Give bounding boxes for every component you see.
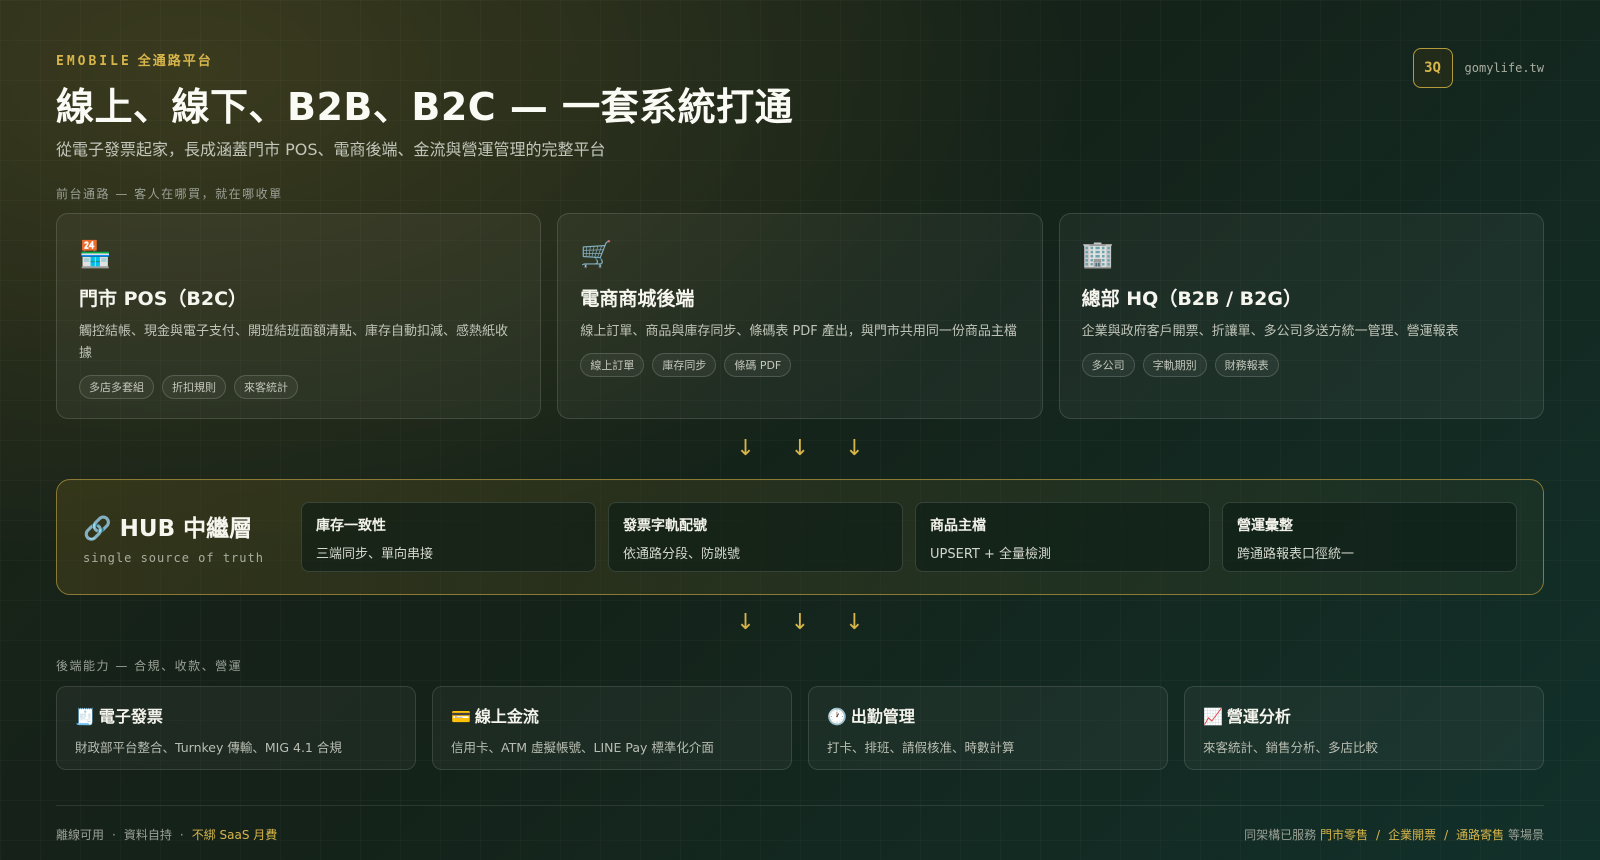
footer-feature-highlight: 不綁 SaaS 月費	[191, 828, 278, 842]
card-attendance: 🕐 出勤管理 打卡、排班、請假核准、時數計算	[808, 686, 1168, 770]
tag: 多店多套組	[79, 375, 154, 399]
page-title: 線上、線下、B2B、B2C — 一套系統打通	[56, 85, 794, 129]
card-desc: 信用卡、ATM 虛擬帳號、LINE Pay 標準化介面	[451, 740, 714, 755]
arrow-down-icon: ↓	[736, 436, 755, 461]
brand-logo-icon: 3Q	[1412, 48, 1453, 88]
hub-subtitle: single source of truth	[83, 551, 264, 565]
footer-scenario: 門市零售	[1320, 828, 1369, 842]
tag: 庫存同步	[652, 353, 717, 377]
card-desc: 來客統計、銷售分析、多店比較	[1203, 740, 1379, 755]
flow-arrows-bottom: ↓ ↓ ↓	[0, 610, 1600, 635]
footer-divider	[56, 805, 1544, 806]
hub-item-desc: 三端同步、單向串接	[316, 547, 434, 562]
store-icon: 🏪	[79, 240, 112, 270]
arrow-down-icon: ↓	[845, 436, 864, 461]
card-hq: 🏢 總部 HQ（B2B / B2G） 企業與政府客戶開票、折讓單、多公司多送方統…	[1058, 213, 1544, 419]
eyebrow-cn: 全通路平台	[137, 54, 213, 69]
hub-item-product-master: 商品主檔 UPSERT + 全量檢測	[915, 502, 1210, 572]
front-section-label: 前台通路 — 客人在哪買，就在哪收單	[56, 187, 283, 201]
arrow-down-icon: ↓	[845, 610, 864, 635]
tag: 折扣規則	[162, 375, 226, 399]
tag: 財務報表	[1214, 353, 1279, 377]
footer-feature: 資料自持	[123, 828, 172, 842]
chart-increasing-icon: 📈	[1203, 707, 1223, 726]
card-desc: 線上訂單、商品與庫存同步、條碼表 PDF 產出，與門市共用同一份商品主檔	[580, 324, 1017, 339]
tag-list: 多公司 字軌期別 財務報表	[1081, 353, 1521, 377]
office-building-icon: 🏢	[1081, 240, 1115, 270]
footer-scenario: 企業開票	[1388, 828, 1437, 842]
card-pos: 🏪 門市 POS（B2C） 觸控結帳、現金與電子支付、開班結班面額清點、庫存自動…	[56, 213, 542, 419]
tag: 來客統計	[234, 375, 298, 399]
tag: 多公司	[1081, 353, 1135, 377]
hub-item-desc: 依通路分段、防跳號	[623, 547, 741, 562]
hub-item-desc: 跨通路報表口徑統一	[1237, 547, 1355, 562]
clock-icon: 🕐	[827, 707, 847, 726]
back-cards: 🧾 電子發票 財政部平台整合、Turnkey 傳輸、MIG 4.1 合規 💳 線上金…	[56, 686, 1544, 770]
hub-item-title: 營運彙整	[1237, 518, 1293, 534]
card-title: 出勤管理	[850, 707, 915, 726]
arrow-down-icon: ↓	[790, 610, 810, 635]
card-title: 門市 POS（B2C）	[79, 288, 248, 310]
hub-item-inventory: 庫存一致性 三端同步、單向串接	[301, 502, 596, 572]
card-payment: 💳 線上金流 信用卡、ATM 虛擬帳號、LINE Pay 標準化介面	[432, 686, 792, 770]
card-desc: 打卡、排班、請假核准、時數計算	[827, 740, 1015, 755]
card-e-invoice: 🧾 電子發票 財政部平台整合、Turnkey 傳輸、MIG 4.1 合規	[56, 686, 416, 770]
hub-item-title: 庫存一致性	[316, 518, 386, 534]
card-analytics: 📈 營運分析 來客統計、銷售分析、多店比較	[1184, 686, 1544, 770]
back-section-label: 後端能力 — 合規、收款、營運	[56, 659, 243, 673]
footer-sep: /	[1444, 828, 1449, 842]
hub-item-title: 發票字軌配號	[623, 518, 707, 534]
brand-site: gomylife.tw	[1464, 61, 1544, 75]
hub-item-ops-summary: 營運彙整 跨通路報表口徑統一	[1222, 502, 1517, 572]
flow-arrows-top: ↓ ↓ ↓	[0, 436, 1600, 461]
tag: 字軌期別	[1142, 353, 1207, 377]
card-title: 總部 HQ（B2B / B2G）	[1081, 288, 1302, 310]
card-desc: 財政部平台整合、Turnkey 傳輸、MIG 4.1 合規	[75, 740, 342, 755]
footer-sep: /	[1376, 828, 1381, 842]
footer-prefix: 同架構已服務	[1244, 828, 1317, 842]
footer-right: 同架構已服務 門市零售 / 企業開票 / 通路寄售 等場景	[1244, 826, 1544, 843]
footer-sep: ·	[112, 828, 116, 842]
receipt-icon: 🧾	[75, 707, 95, 726]
tag: 線上訂單	[580, 353, 645, 377]
footer-scenario: 通路寄售	[1456, 828, 1505, 842]
arrow-down-icon: ↓	[790, 436, 810, 461]
hub-panel: 🔗 HUB 中繼層 single source of truth 庫存一致性 三…	[56, 479, 1544, 595]
tag-list: 多店多套組 折扣規則 來客統計	[79, 375, 518, 399]
card-desc: 觸控結帳、現金與電子支付、開班結班面額清點、庫存自動扣減、感熱紙收據	[79, 324, 509, 361]
footer-left: 離線可用 · 資料自持 · 不綁 SaaS 月費	[56, 826, 277, 843]
tag: 條碼 PDF	[724, 353, 792, 377]
card-desc: 企業與政府客戶開票、折讓單、多公司多送方統一管理、營運報表	[1081, 324, 1459, 339]
hub-item-title: 商品主檔	[930, 518, 986, 534]
tag-list: 線上訂單 庫存同步 條碼 PDF	[580, 353, 1019, 377]
brand: 3Q gomylife.tw	[1412, 48, 1544, 88]
arrow-down-icon: ↓	[736, 610, 755, 635]
hub-title: 🔗 HUB 中繼層	[83, 516, 253, 542]
footer-suffix: 等場景	[1507, 828, 1544, 842]
hub-header: 🔗 HUB 中繼層 single source of truth	[83, 509, 289, 565]
eyebrow-en: EMOBILE	[56, 54, 132, 69]
card-title: 電子發票	[98, 707, 163, 726]
page-subtitle: 從電子發票起家，長成涵蓋門市 POS、電商後端、金流與營運管理的完整平台	[56, 140, 606, 159]
footer-sep: ·	[179, 828, 184, 842]
footer-feature: 離線可用	[56, 828, 105, 842]
card-title: 營運分析	[1226, 707, 1291, 726]
cart-icon: 🛒	[580, 240, 613, 270]
hub-item-desc: UPSERT + 全量檢測	[930, 547, 1052, 562]
eyebrow: EMOBILE 全通路平台	[56, 50, 213, 69]
card-ecommerce: 🛒 電商商城後端 線上訂單、商品與庫存同步、條碼表 PDF 產出，與門市共用同一…	[557, 213, 1043, 419]
card-title: 線上金流	[474, 707, 539, 726]
credit-card-icon: 💳	[451, 707, 471, 726]
hub-item-invoice-numbering: 發票字軌配號 依通路分段、防跳號	[608, 502, 903, 572]
front-cards: 🏪 門市 POS（B2C） 觸控結帳、現金與電子支付、開班結班面額清點、庫存自動…	[56, 213, 1544, 419]
card-title: 電商商城後端	[580, 288, 695, 310]
